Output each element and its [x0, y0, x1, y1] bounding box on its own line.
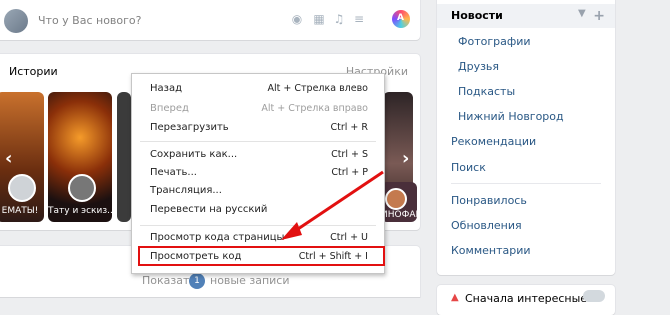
- menu-item-label: Печать...: [150, 167, 197, 178]
- menu-divider: [140, 141, 376, 142]
- news-filter-menu: Новости ▼ + Фотографии Друзья Подкасты Н…: [437, 0, 615, 275]
- stories-prev-arrow-icon[interactable]: ‹: [5, 148, 12, 169]
- menu-divider: [140, 225, 376, 226]
- menu-item-print[interactable]: Печать... Ctrl + P: [132, 164, 384, 182]
- menu-item-reload[interactable]: Перезагрузить Ctrl + R: [132, 119, 384, 137]
- story-card[interactable]: [117, 92, 131, 222]
- story-avatar: [68, 174, 96, 202]
- video-icon[interactable]: ▦: [312, 12, 326, 26]
- menu-item-shortcut: Alt + Стрелка влево: [267, 83, 368, 94]
- nav-item-liked[interactable]: Понравилось: [437, 189, 615, 213]
- menu-item-shortcut: Ctrl + S: [331, 149, 368, 160]
- stories-title: Истории: [9, 65, 58, 78]
- inspect-highlight-box: [138, 246, 385, 266]
- menu-item-label: Перезагрузить: [150, 122, 229, 133]
- flame-icon: ▲: [451, 292, 459, 303]
- nav-item-label: Комментарии: [451, 244, 531, 257]
- story-label: Тату и эскиз...: [48, 206, 112, 216]
- nav-item-label: Поиск: [451, 161, 486, 174]
- nav-item-label: Фотографии: [458, 35, 531, 48]
- filter-icon[interactable]: ▼: [578, 9, 587, 19]
- menu-item-shortcut: Ctrl + R: [330, 122, 368, 133]
- context-menu: Назад Alt + Стрелка влево Вперед Alt + С…: [131, 73, 385, 274]
- nav-item-recommendations[interactable]: Рекомендации: [437, 130, 615, 154]
- smart-feed-toggle-card: ▲ Сначала интересные: [437, 285, 615, 315]
- show-new-posts-label[interactable]: Показать: [142, 274, 196, 287]
- nav-item-friends[interactable]: Друзья: [437, 55, 615, 79]
- nav-item-updates[interactable]: Обновления: [437, 214, 615, 238]
- smart-feed-label: Сначала интересные: [465, 292, 588, 305]
- nav-item-label: Подкасты: [458, 85, 516, 98]
- text-format-icon[interactable]: ≡: [352, 12, 366, 26]
- new-posts-label[interactable]: новые записи: [210, 274, 289, 287]
- story-label: ЕМАТЫ!: [1, 206, 39, 216]
- menu-item-shortcut: Alt + Стрелка вправо: [261, 103, 368, 114]
- menu-item-label: Просмотр кода страницы: [150, 232, 285, 243]
- smart-feed-toggle[interactable]: [583, 290, 605, 302]
- nav-item-photos[interactable]: Фотографии: [437, 30, 615, 54]
- avatar[interactable]: [4, 9, 28, 33]
- menu-item-view-source[interactable]: Просмотр кода страницы Ctrl + U: [132, 229, 384, 247]
- post-composer: Что у Вас нового? ◉ ▦ ♫ ≡ A: [0, 0, 420, 40]
- menu-item-label: Сохранить как...: [150, 149, 238, 160]
- nav-item-label: Обновления: [451, 219, 522, 232]
- menu-item-shortcut: Ctrl + P: [331, 167, 368, 178]
- nav-item-label: Нижний Новгород: [458, 110, 564, 123]
- nav-divider: [451, 183, 601, 184]
- menu-item-label: Перевести на русский: [150, 204, 268, 215]
- nav-item-news[interactable]: Новости ▼ +: [437, 4, 615, 28]
- story-avatar: [8, 174, 36, 202]
- menu-item-label: Вперед: [150, 103, 189, 114]
- menu-item-shortcut: Ctrl + U: [330, 232, 368, 243]
- nav-item-podcasts[interactable]: Подкасты: [437, 80, 615, 104]
- menu-item-cast[interactable]: Трансляция...: [132, 182, 384, 200]
- nav-item-city[interactable]: Нижний Новгород: [437, 105, 615, 129]
- nav-item-label: Понравилось: [451, 194, 527, 207]
- nav-item-search[interactable]: Поиск: [437, 156, 615, 180]
- camera-icon[interactable]: ◉: [290, 12, 304, 26]
- menu-item-label: Назад: [150, 83, 183, 94]
- stories-next-arrow-icon[interactable]: ›: [402, 148, 409, 169]
- story-avatar: [385, 188, 407, 210]
- menu-item-back[interactable]: Назад Alt + Стрелка влево: [132, 80, 384, 98]
- menu-item-save-as[interactable]: Сохранить как... Ctrl + S: [132, 146, 384, 164]
- nav-item-comments[interactable]: Комментарии: [437, 239, 615, 263]
- new-posts-count-badge: 1: [189, 273, 205, 289]
- menu-item-translate[interactable]: Перевести на русский: [132, 201, 384, 219]
- nav-item-label: Новости: [451, 9, 503, 22]
- story-label: ИНОФАН: [381, 210, 417, 220]
- nav-item-label: Друзья: [458, 60, 500, 73]
- menu-item-forward: Вперед Alt + Стрелка вправо: [132, 100, 384, 118]
- composer-input[interactable]: Что у Вас нового?: [38, 14, 142, 27]
- article-icon[interactable]: A: [392, 10, 410, 28]
- menu-item-label: Трансляция...: [150, 185, 222, 196]
- story-card[interactable]: Тату и эскиз...: [48, 92, 112, 222]
- nav-item-label: Рекомендации: [451, 135, 537, 148]
- story-card[interactable]: ИНОФАН: [381, 182, 417, 222]
- plus-icon[interactable]: +: [593, 4, 605, 28]
- music-icon[interactable]: ♫: [332, 12, 346, 26]
